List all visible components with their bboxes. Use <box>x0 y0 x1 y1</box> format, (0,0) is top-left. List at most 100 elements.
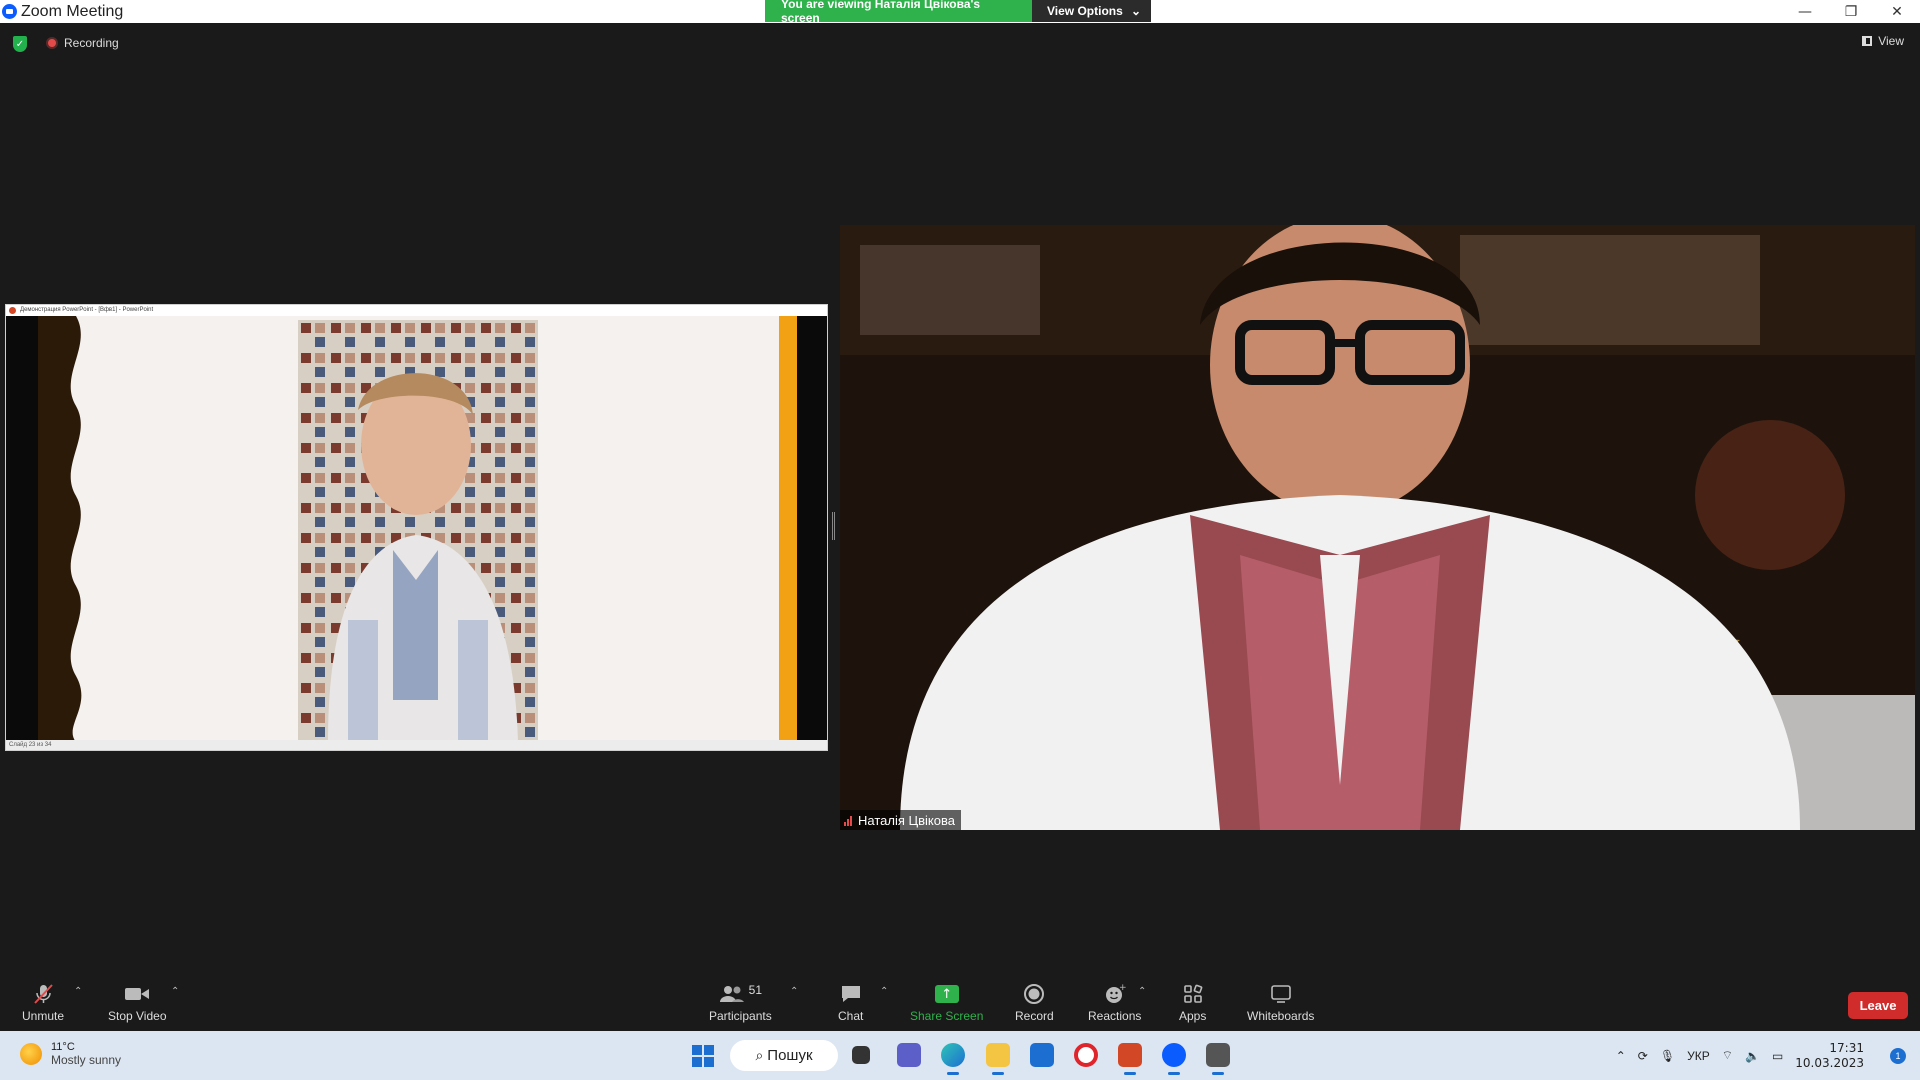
window-title: Zoom Meeting <box>21 2 124 20</box>
slide-left-border <box>6 316 38 742</box>
tray-chevron-up-icon[interactable]: ⌃ <box>1616 1049 1626 1063</box>
file-explorer-icon[interactable] <box>986 1043 1010 1075</box>
reactions-label: Reactions <box>1088 1009 1142 1023</box>
close-button[interactable]: ✕ <box>1874 0 1920 23</box>
restore-button[interactable]: ❐ <box>1828 0 1874 23</box>
viewing-message: You are viewing Наталія Цвікова's screen <box>765 0 1032 25</box>
wifi-icon[interactable]: ⌔ <box>1722 1048 1733 1063</box>
chat-bubble-icon <box>840 983 862 1005</box>
chevron-down-icon: ⌄ <box>1130 4 1141 18</box>
language-indicator[interactable]: УКР <box>1687 1049 1710 1063</box>
share-screen-button[interactable]: ↑ Share Screen <box>910 983 983 1023</box>
apps-grid-icon <box>1182 983 1204 1005</box>
tray-microphone-icon[interactable]: 🎙 <box>1660 1049 1675 1063</box>
view-options-button[interactable]: View Options ⌄ <box>1032 0 1151 22</box>
participants-button[interactable]: 51 Participants <box>709 983 772 1023</box>
sun-weather-icon <box>20 1043 42 1065</box>
recording-indicator[interactable]: Recording <box>46 36 119 50</box>
unmute-label: Unmute <box>22 1009 65 1023</box>
zoom-app-icon <box>2 4 17 19</box>
record-icon <box>1023 983 1045 1005</box>
participants-label: Participants <box>709 1009 772 1023</box>
teams-chat-icon[interactable] <box>897 1043 921 1067</box>
participant-name: Наталія Цвікова <box>858 812 955 828</box>
shared-screen-panel[interactable]: Демонстрация PowerPoint - [Вфв1] - Power… <box>5 304 828 751</box>
video-camera-icon <box>124 983 150 1005</box>
participants-icon: 51 <box>719 983 762 1005</box>
windows-start-icon[interactable] <box>692 1045 714 1067</box>
share-screen-icon: ↑ <box>934 983 959 1005</box>
viewing-banner: You are viewing Наталія Цвікова's screen… <box>765 0 1151 25</box>
minimize-button[interactable]: — <box>1782 0 1828 23</box>
slide-right-border <box>797 316 827 742</box>
clock-time: 17:31 <box>1829 1040 1864 1055</box>
tray-sync-icon[interactable]: ⟳ <box>1638 1049 1648 1063</box>
clock-date: 10.03.2023 <box>1795 1055 1864 1070</box>
view-options-label: View Options <box>1047 4 1123 18</box>
chat-options-caret[interactable]: ⌃ <box>880 986 888 997</box>
calculator-icon[interactable] <box>1206 1043 1230 1075</box>
recording-dot-icon <box>46 37 58 49</box>
share-screen-label: Share Screen <box>910 1009 984 1023</box>
whiteboards-label: Whiteboards <box>1247 1009 1315 1023</box>
recording-label: Recording <box>64 36 119 50</box>
slide-wavy-border <box>38 316 82 742</box>
apps-label: Apps <box>1179 1009 1207 1023</box>
child-photo-image <box>298 320 538 742</box>
video-options-caret[interactable]: ⌃ <box>171 986 179 997</box>
battery-icon[interactable]: ▭ <box>1772 1049 1783 1063</box>
taskbar-search[interactable]: ⌕ Пошук <box>730 1040 838 1071</box>
participants-options-caret[interactable]: ⌃ <box>790 986 798 997</box>
search-label: Пошук <box>767 1047 813 1064</box>
notification-badge[interactable]: 1 <box>1890 1047 1906 1064</box>
slide-orange-stripe <box>779 316 797 742</box>
meeting-topbar: ✓ Recording View <box>0 23 1920 63</box>
search-icon: ⌕ <box>755 1047 764 1064</box>
record-label: Record <box>1015 1009 1054 1023</box>
window-controls: — ❐ ✕ <box>1782 0 1920 23</box>
meeting-toolbar: Unmute ⌃ Stop Video ⌃ 51 Participants ⌃ … <box>0 973 1920 1031</box>
stop-video-label: Stop Video <box>108 1009 167 1023</box>
shared-window-title: Демонстрация PowerPoint - [Вфв1] - Power… <box>6 305 827 316</box>
taskbar-clock[interactable]: 17:31 10.03.2023 <box>1795 1041 1876 1071</box>
whiteboards-button[interactable]: Whiteboards <box>1247 983 1314 1023</box>
view-button[interactable]: View <box>1862 34 1904 48</box>
participants-count: 51 <box>748 983 763 997</box>
microphone-muted-icon <box>32 983 54 1005</box>
opera-browser-icon[interactable] <box>1074 1043 1098 1067</box>
zoom-taskbar-icon[interactable] <box>1162 1043 1186 1075</box>
reactions-button[interactable]: + Reactions <box>1088 983 1141 1023</box>
chat-label: Chat <box>838 1009 864 1023</box>
participant-video[interactable]: Наталія Цвікова <box>840 225 1915 830</box>
record-button[interactable]: Record <box>1015 983 1054 1023</box>
weather-widget[interactable]: 11°C Mostly sunny <box>20 1041 121 1067</box>
system-tray: ⌃ ⟳ 🎙 УКР ⌔ 🔈 ▭ 17:31 10.03.2023 1 <box>1616 1031 1920 1080</box>
reactions-options-caret[interactable]: ⌃ <box>1138 986 1146 997</box>
view-label: View <box>1878 34 1904 48</box>
signal-bars-icon <box>844 815 853 826</box>
svg-text:+: + <box>1119 983 1126 993</box>
unmute-button[interactable]: Unmute <box>22 983 64 1023</box>
edge-browser-icon[interactable] <box>941 1043 965 1075</box>
reactions-emoji-icon: + <box>1104 983 1126 1005</box>
audio-options-caret[interactable]: ⌃ <box>74 986 82 997</box>
view-layout-icon <box>1862 36 1873 46</box>
participant-video-image <box>840 225 1915 830</box>
leave-button[interactable]: Leave <box>1848 992 1908 1019</box>
microsoft-store-icon[interactable] <box>1030 1043 1054 1067</box>
participant-name-tag: Наталія Цвікова <box>840 810 961 830</box>
shield-icon[interactable]: ✓ <box>13 36 27 52</box>
slide-photo <box>298 320 538 742</box>
ppt-status-bar: Слайд 23 из 34 <box>6 740 827 750</box>
volume-icon[interactable]: 🔈 <box>1745 1049 1760 1063</box>
chat-button[interactable]: Chat <box>838 983 863 1023</box>
presentation-slide <box>6 316 827 742</box>
split-view-handle[interactable] <box>832 512 835 540</box>
apps-button[interactable]: Apps <box>1179 983 1206 1023</box>
weather-description: Mostly sunny <box>51 1053 122 1067</box>
powerpoint-icon[interactable] <box>1118 1043 1142 1075</box>
stop-video-button[interactable]: Stop Video <box>108 983 167 1023</box>
task-view-icon[interactable] <box>852 1046 870 1064</box>
whiteboard-icon <box>1270 983 1292 1005</box>
weather-temperature: 11°C <box>51 1041 75 1053</box>
